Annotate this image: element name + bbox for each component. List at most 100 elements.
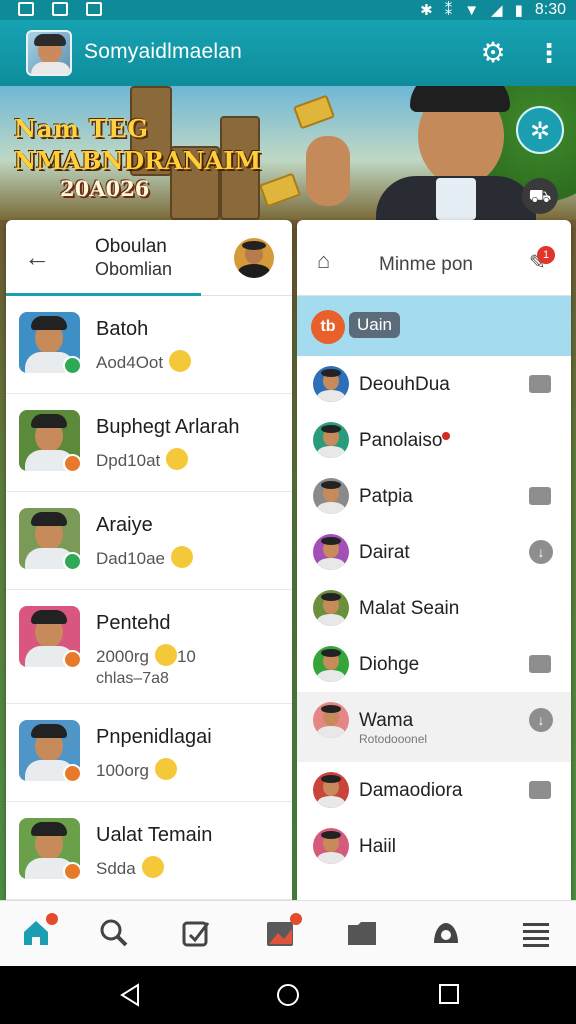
unread-dot bbox=[442, 432, 451, 440]
selected-item-bar[interactable]: tb Uain bbox=[297, 296, 571, 356]
folder-icon[interactable] bbox=[346, 917, 378, 949]
group-row[interactable]: Haiil bbox=[297, 818, 571, 874]
home-outline-icon[interactable]: ⌂ bbox=[317, 248, 330, 274]
more-vert-icon[interactable]: ⋮ bbox=[536, 38, 562, 68]
system-navigation-bar bbox=[0, 966, 576, 1024]
hero-banner[interactable]: Nam TEG NMABNDRANAIM 20A026 ✲ ⛟ bbox=[0, 86, 576, 220]
group-name: Damaodiora bbox=[359, 780, 463, 802]
group-avatar bbox=[313, 478, 349, 514]
bluetooth-icon: ✱ bbox=[420, 2, 433, 19]
contact-sub-text: Dad10ae bbox=[96, 549, 166, 568]
camera-icon[interactable] bbox=[430, 917, 462, 949]
emoji-icon bbox=[169, 350, 192, 372]
group-row[interactable]: Diohge bbox=[297, 636, 571, 692]
vibrate-icon: ⁑ bbox=[444, 2, 453, 19]
group-row[interactable]: Wama Rotodooonel ↓ bbox=[297, 692, 571, 762]
emoji-icon bbox=[154, 644, 177, 666]
contact-sub-text: 2000rg bbox=[96, 647, 149, 666]
edit-icon[interactable] bbox=[180, 917, 212, 949]
share-icon[interactable]: ✲ bbox=[516, 106, 564, 154]
contacts-header: ← Oboulan Obomlian bbox=[6, 220, 292, 296]
status-badge bbox=[63, 454, 82, 473]
status-bar: ✱ ⁑ ▼ ◢ ▮ 8:30 bbox=[0, 0, 576, 20]
folder-action-icon[interactable] bbox=[529, 781, 551, 799]
home-icon[interactable] bbox=[20, 913, 58, 949]
selected-chip[interactable]: Uain bbox=[349, 312, 400, 338]
group-name-text: Malat Seain bbox=[359, 598, 460, 619]
banner-person-image bbox=[306, 86, 536, 220]
cart-icon[interactable]: ⛟ bbox=[522, 178, 558, 214]
contact-name: Batoh bbox=[96, 318, 149, 340]
group-name-text: Panolaiso bbox=[359, 430, 443, 451]
search-icon[interactable] bbox=[98, 917, 130, 949]
contact-row[interactable]: Ualat Temain Sdda bbox=[6, 802, 292, 900]
group-row[interactable]: Patpia bbox=[297, 468, 571, 524]
contact-sub-text: 100org bbox=[96, 761, 149, 780]
groups-title: Minme pon bbox=[379, 254, 473, 275]
download-icon[interactable]: ↓ bbox=[529, 540, 553, 564]
status-badge bbox=[63, 552, 82, 571]
contact-row[interactable]: Pnpenidlagai 100org bbox=[6, 704, 292, 802]
contact-subtitle: Sdda bbox=[96, 856, 164, 879]
group-name-text: Haiil bbox=[359, 836, 396, 857]
folder-action-icon[interactable] bbox=[529, 487, 551, 505]
group-avatar bbox=[313, 828, 349, 864]
emoji-icon bbox=[141, 856, 164, 878]
recents-icon[interactable] bbox=[438, 983, 460, 1010]
folder-action-icon[interactable] bbox=[529, 375, 551, 393]
profile-avatar[interactable] bbox=[26, 30, 72, 76]
back-icon[interactable] bbox=[118, 983, 142, 1012]
contact-sub-text: Sdda bbox=[96, 859, 136, 878]
group-avatar bbox=[313, 646, 349, 682]
group-avatar bbox=[313, 422, 349, 458]
contact-subtitle: 100org bbox=[96, 758, 177, 781]
contact-subtitle: Dad10ae bbox=[96, 546, 194, 569]
folder-action-icon[interactable] bbox=[529, 655, 551, 673]
status-badge bbox=[63, 356, 82, 375]
battery-icon: ▮ bbox=[514, 2, 523, 19]
contact-row[interactable]: Pentehd 2000rg 10 chlas–7a8 bbox=[6, 590, 292, 704]
group-subtitle: Rotodooonel bbox=[359, 732, 428, 746]
group-name-text: Patpia bbox=[359, 486, 413, 507]
group-row[interactable]: DeouhDua bbox=[297, 356, 571, 412]
group-name: Malat Seain bbox=[359, 598, 459, 620]
status-time: 8:30 bbox=[534, 1, 566, 18]
groups-header: ⌂ Minme pon ✎ 1 bbox=[297, 220, 571, 296]
contact-row[interactable]: Batoh Aod4Oot bbox=[6, 296, 292, 394]
back-arrow-icon[interactable]: ← bbox=[24, 244, 50, 270]
status-badge bbox=[63, 650, 82, 669]
contact-row[interactable]: Araiye Dad10ae bbox=[6, 492, 292, 590]
status-badge bbox=[63, 862, 82, 881]
image-icon[interactable] bbox=[264, 913, 302, 949]
menu-icon[interactable] bbox=[520, 917, 552, 949]
emoji-icon bbox=[154, 758, 177, 780]
group-name: Dairat bbox=[359, 542, 410, 564]
group-avatar bbox=[313, 772, 349, 808]
notification-count-badge: 1 bbox=[537, 246, 555, 264]
group-name-text: DeouhDua bbox=[359, 374, 450, 395]
contact-subtitle: 2000rg 10 bbox=[96, 644, 196, 667]
group-avatar bbox=[313, 702, 349, 738]
contact-name: Araiye bbox=[96, 514, 153, 536]
group-name: Wama bbox=[359, 710, 413, 732]
group-name: Diohge bbox=[359, 654, 419, 676]
group-avatar bbox=[313, 590, 349, 626]
group-row[interactable]: Malat Seain bbox=[297, 580, 571, 636]
group-row[interactable]: Dairat ↓ bbox=[297, 524, 571, 580]
app-title: Somyaidlmaelan bbox=[84, 40, 243, 63]
contact-row[interactable]: Buphegt Arlarah Dpd10at bbox=[6, 394, 292, 492]
contact-sub-extra: 10 bbox=[176, 647, 196, 666]
group-avatar bbox=[313, 366, 349, 402]
header-avatar[interactable] bbox=[234, 238, 274, 278]
message-icon bbox=[86, 2, 102, 16]
settings-icon[interactable]: ⚙ bbox=[478, 38, 508, 68]
contact-subtitle-2: chlas–7a8 bbox=[96, 670, 169, 687]
download-icon[interactable]: ↓ bbox=[529, 708, 553, 732]
contacts-panel: ← Oboulan Obomlian Batoh Aod4Oot Buphegt A… bbox=[6, 220, 292, 900]
game-logo-line2: NMABNDRANAIM bbox=[14, 146, 262, 175]
home-circle-icon[interactable] bbox=[276, 983, 300, 1012]
contact-subtitle: Dpd10at bbox=[96, 448, 189, 471]
group-row[interactable]: Panolaiso bbox=[297, 412, 571, 468]
contact-name: Pentehd bbox=[96, 612, 171, 634]
group-row[interactable]: Damaodiora bbox=[297, 762, 571, 818]
